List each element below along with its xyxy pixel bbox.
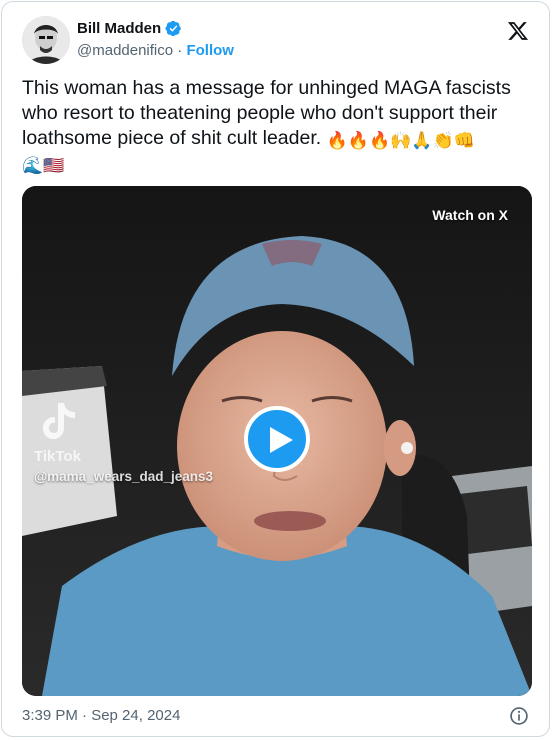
handle-separator: · bbox=[177, 42, 183, 59]
wave-emoji: 🌊 bbox=[22, 156, 44, 176]
tweet-video[interactable]: Watch on X TikTok @mama_wears_dad_jeans3 bbox=[22, 186, 532, 696]
play-button[interactable] bbox=[244, 406, 310, 472]
clapping-hands-emoji: 👏 bbox=[432, 131, 454, 151]
author-handle[interactable]: @maddenifico bbox=[77, 42, 173, 59]
watch-on-x-link[interactable]: Watch on X bbox=[432, 207, 508, 223]
author-name[interactable]: Bill Madden bbox=[77, 20, 161, 37]
tweet-card[interactable]: Bill Madden @maddenifico · Follow This w… bbox=[1, 1, 550, 737]
follow-button[interactable]: Follow bbox=[186, 42, 234, 59]
tiktok-watermark-brand: TikTok bbox=[34, 448, 81, 465]
author-handle-row: @maddenifico · Follow bbox=[77, 42, 234, 59]
raised-hands-emoji: 🙌 bbox=[390, 131, 412, 151]
info-icon[interactable] bbox=[509, 706, 529, 726]
fire-emoji: 🔥 bbox=[347, 131, 369, 151]
us-flag-emoji: 🇺🇸 bbox=[43, 156, 65, 176]
verified-badge-icon bbox=[165, 20, 181, 37]
tiktok-watermark-user: @mama_wears_dad_jeans3 bbox=[34, 469, 214, 484]
tiktok-icon bbox=[43, 403, 75, 439]
tweet-timestamp[interactable]: 3:39 PM · Sep 24, 2024 bbox=[22, 707, 180, 724]
tweet-text: This woman has a message for unhinged MA… bbox=[22, 76, 534, 176]
play-icon bbox=[270, 427, 293, 453]
author-avatar[interactable] bbox=[22, 16, 70, 64]
author-name-row: Bill Madden bbox=[77, 20, 182, 37]
fire-emoji: 🔥 bbox=[368, 131, 391, 151]
fire-emoji: 🔥 bbox=[326, 131, 348, 151]
x-logo-icon[interactable] bbox=[507, 20, 529, 42]
fist-emoji: 👊 bbox=[453, 131, 475, 151]
folded-hands-emoji: 🙏 bbox=[411, 131, 433, 151]
